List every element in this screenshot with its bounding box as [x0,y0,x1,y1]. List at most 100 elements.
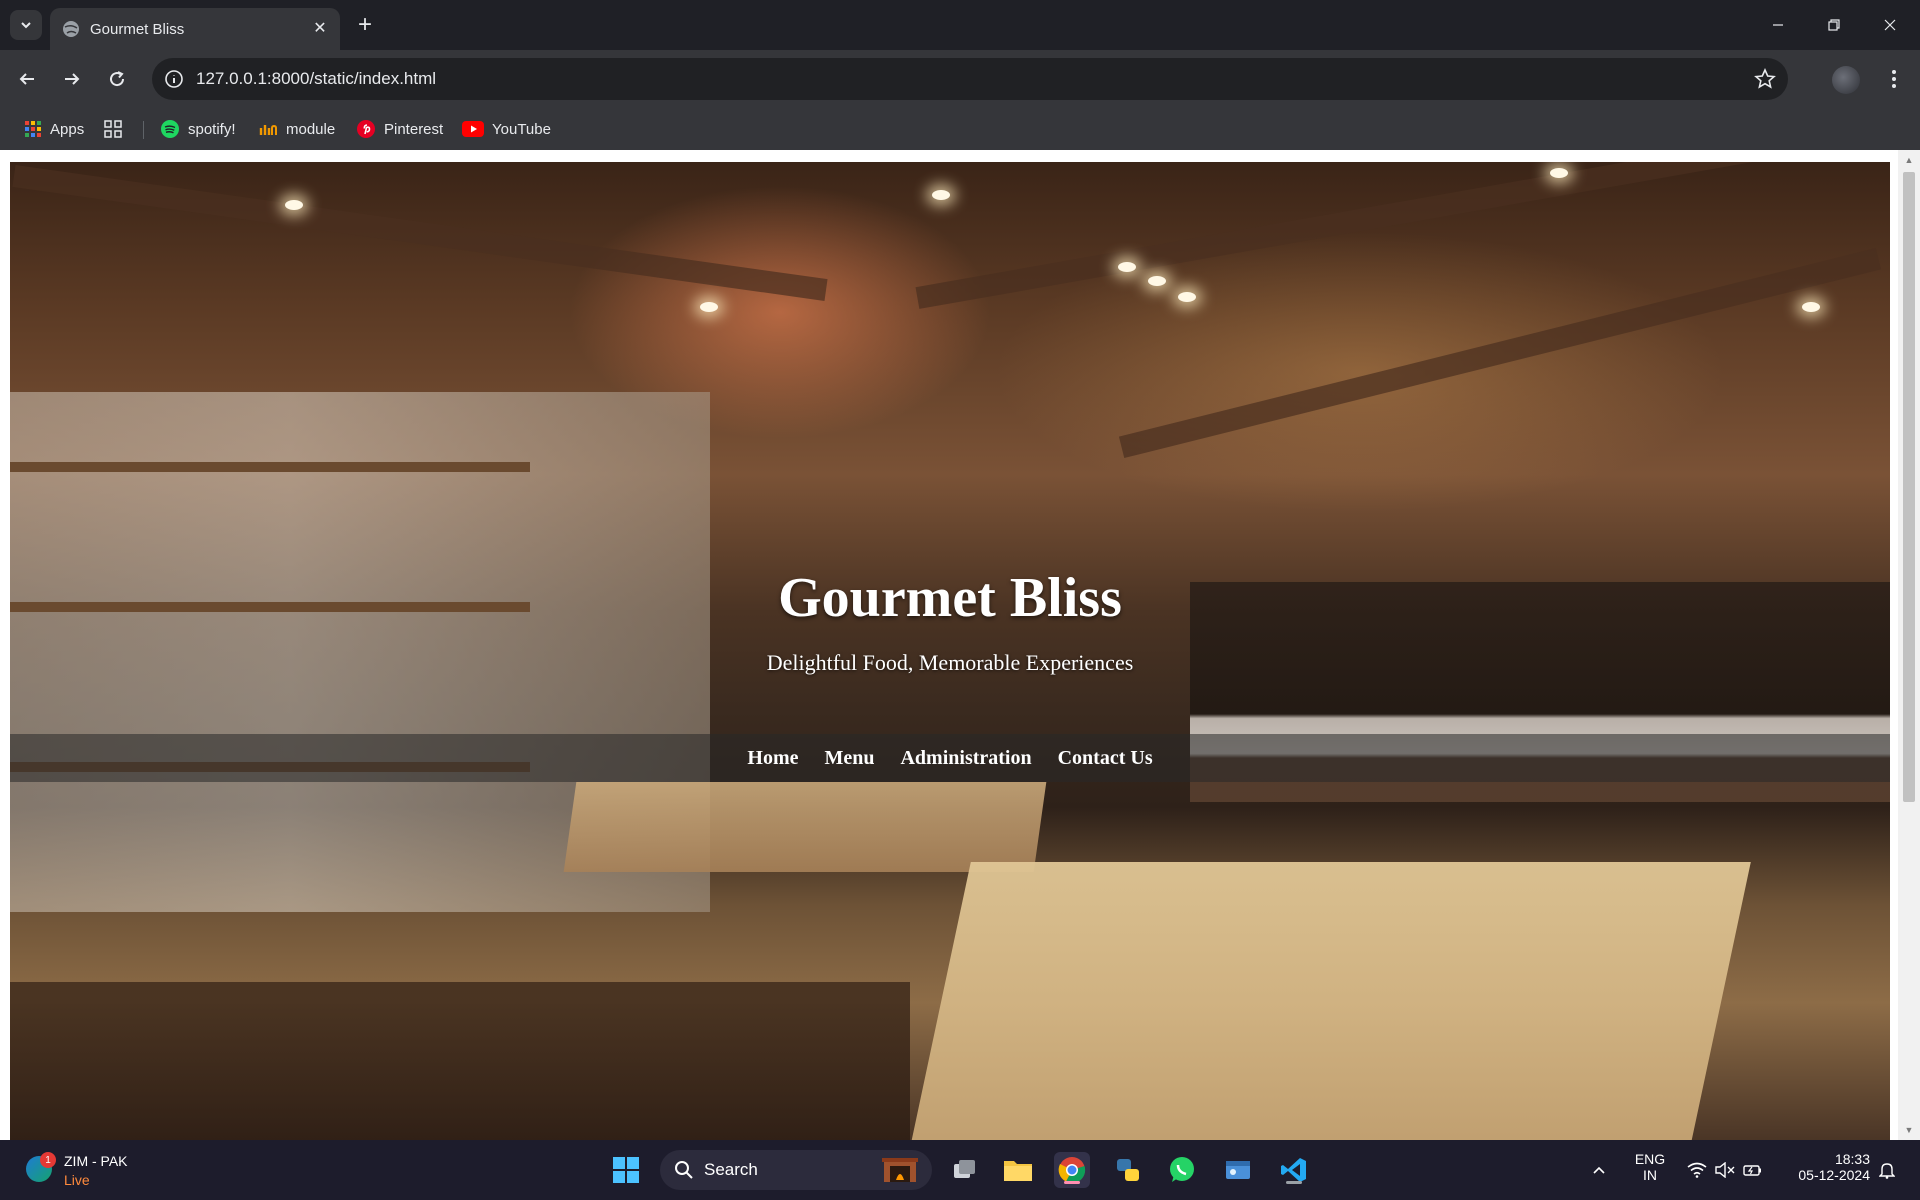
ceiling-light [285,200,303,210]
forward-button[interactable] [57,64,87,94]
minimize-button[interactable] [1758,10,1798,40]
bookmark-module[interactable]: module [258,117,335,141]
bookmark-label: Apps [50,120,85,138]
clock-date: 05-12-2024 [1798,1167,1870,1183]
bookmark-star-icon[interactable] [1754,68,1776,90]
show-hidden-icons-button[interactable] [1584,1152,1614,1188]
ceiling-beam [12,165,828,301]
news-widget[interactable]: 1 ZIM - PAK Live [20,1150,150,1190]
windows-taskbar: 1 ZIM - PAK Live Search ENG IN 18:33 05-… [0,1140,1920,1200]
widget-title: ZIM - PAK [64,1153,128,1169]
tab-groups-icon [104,120,122,138]
task-view-button[interactable] [946,1152,982,1188]
bookmark-label: Pinterest [384,120,444,138]
module-icon [259,124,277,135]
page-scrollbar[interactable]: ▲ ▼ [1898,150,1920,1140]
nav-link-home[interactable]: Home [747,747,798,770]
minimize-icon [1773,24,1783,26]
browser-titlebar: Gourmet Bliss ✕ + [0,0,1920,50]
battery-status[interactable] [1738,1152,1768,1188]
wifi-status[interactable] [1682,1152,1712,1188]
arrow-left-icon [19,73,34,85]
task-view-icon [954,1160,975,1178]
profile-avatar[interactable] [1832,66,1860,94]
media-app-button[interactable] [1220,1152,1256,1188]
widget-subtitle: Live [64,1172,90,1188]
shelf [10,462,530,472]
vscode-icon [1281,1158,1306,1182]
scroll-up-icon[interactable]: ▲ [1904,155,1914,165]
reload-icon [110,71,125,87]
language-indicator[interactable]: ENG IN [1632,1151,1668,1183]
ceiling-light [700,302,718,312]
ceiling-light [1550,168,1568,178]
bookmark-tab-groups[interactable] [104,117,122,141]
wifi-icon [1687,1162,1707,1178]
scroll-down-icon[interactable]: ▼ [1904,1125,1914,1135]
chevron-down-icon [21,22,31,29]
bookmark-spotify[interactable]: spotify! [160,117,236,141]
language-region: IN [1643,1167,1657,1183]
whatsapp-icon [1170,1157,1194,1182]
tab-search-button[interactable] [10,10,42,40]
wooden-floor [10,982,910,1140]
bookmark-separator [143,121,144,139]
close-window-button[interactable] [1870,10,1910,40]
file-explorer-icon [1004,1161,1032,1181]
main-nav: Home Menu Administration Contact Us [10,734,1890,782]
search-label: Search [704,1160,758,1179]
nav-link-menu[interactable]: Menu [824,747,874,770]
url-text[interactable]: 127.0.0.1:8000/static/index.html [196,69,436,89]
reload-button[interactable] [102,64,132,94]
hero-banner: Gourmet Bliss Delightful Food, Memorable… [10,162,1890,1140]
bookmark-label: module [286,120,336,138]
restore-icon [1828,19,1840,31]
clock[interactable]: 18:33 05-12-2024 [1780,1151,1870,1183]
search-icon [675,1161,693,1179]
chrome-button[interactable] [1054,1152,1090,1188]
spotify-icon [161,120,179,138]
whatsapp-button[interactable] [1164,1152,1200,1188]
battery-charging-icon [1743,1165,1761,1176]
close-tab-icon[interactable]: ✕ [310,18,330,38]
bookmark-youtube[interactable]: YouTube [462,117,551,141]
python-button[interactable] [1110,1152,1146,1188]
pinterest-icon [357,120,375,138]
bookmark-label: YouTube [492,120,551,138]
chevron-up-icon [1593,1166,1605,1174]
browser-tab-active[interactable]: Gourmet Bliss ✕ [50,8,340,50]
nav-link-contact[interactable]: Contact Us [1058,747,1153,770]
file-explorer-button[interactable] [1000,1152,1036,1188]
address-bar[interactable]: 127.0.0.1:8000/static/index.html [152,58,1788,100]
browser-menu-button[interactable] [1882,64,1906,94]
youtube-icon [462,121,484,137]
bookmark-label: spotify! [188,120,236,138]
arrow-right-icon [65,73,80,85]
ceiling-light [932,190,950,200]
taskbar-search[interactable]: Search [660,1150,932,1190]
browser-toolbar: 127.0.0.1:8000/static/index.html [0,50,1920,108]
ceiling-light [1148,276,1166,286]
fireplace-icon [882,1158,918,1182]
bookmark-apps[interactable]: Apps [24,117,84,141]
site-info-icon[interactable] [164,69,184,89]
windows-start-icon [613,1157,639,1183]
start-button[interactable] [608,1152,644,1188]
scroll-thumb[interactable] [1903,172,1915,802]
bookmarks-bar: Apps spotify! module Pinterest YouTube [0,108,1920,150]
bookmark-pinterest[interactable]: Pinterest [356,117,443,141]
vscode-button[interactable] [1276,1152,1312,1188]
page-subtitle: Delightful Food, Memorable Experiences [766,650,1134,675]
close-icon [1884,19,1896,31]
volume-status[interactable] [1710,1152,1740,1188]
restore-button[interactable] [1814,10,1854,40]
globe-icon [63,21,79,37]
apps-grid-icon [25,121,41,137]
notifications-button[interactable] [1872,1152,1902,1188]
clock-time: 18:33 [1834,1151,1870,1167]
back-button[interactable] [12,64,42,94]
nav-link-administration[interactable]: Administration [900,747,1031,770]
new-tab-button[interactable]: + [352,11,378,38]
dining-table [909,862,1751,1140]
bell-icon [1879,1163,1895,1179]
